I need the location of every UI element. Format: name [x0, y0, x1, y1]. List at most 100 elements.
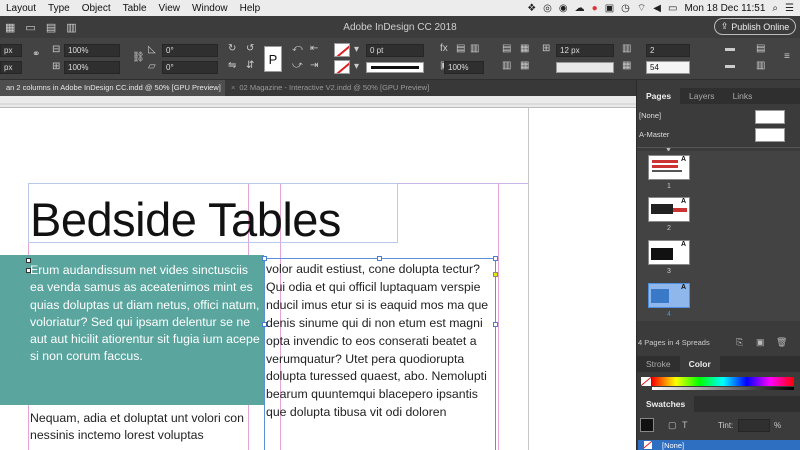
screen-icon[interactable]: ▣ [605, 3, 614, 14]
rotate-ccw-icon[interactable]: ↺ [246, 43, 254, 55]
horizontal-ruler[interactable] [0, 96, 636, 108]
formatting-text-icon[interactable]: T [682, 420, 688, 430]
grayscale-ramp[interactable] [652, 387, 794, 390]
align-right-icon[interactable]: ▬ [725, 60, 735, 72]
menu-window[interactable]: Window [186, 3, 234, 14]
teal-handle-top-left[interactable] [26, 258, 31, 263]
formatting-box-icon[interactable]: ▢ [668, 420, 677, 431]
stroke-weight-field[interactable]: 0 pt [366, 44, 424, 57]
zoom-icon[interactable]: ▤ [41, 21, 61, 34]
cloud-icon[interactable]: ☁ [575, 3, 585, 14]
master-a-row[interactable]: A-Master [637, 128, 800, 142]
column2-paragraph[interactable]: volor audit estiust, cone dolupta tectur… [266, 261, 496, 422]
page-thumb-2[interactable]: A [648, 197, 690, 222]
columns-field[interactable]: 2 [646, 44, 690, 57]
sync-icon[interactable]: ◎ [543, 3, 552, 14]
select-content-icon[interactable]: ⤻ [292, 60, 303, 72]
edit-page-size-icon[interactable]: ⎘ [736, 337, 743, 348]
fx-icon[interactable]: fx [440, 43, 448, 55]
stroke-color-field[interactable] [556, 62, 614, 73]
search-icon[interactable]: ⌕ [772, 3, 778, 14]
tab-color[interactable]: Color [679, 356, 720, 372]
teal-paragraph[interactable]: Erum audandissum net vides sinctusciis e… [30, 262, 262, 366]
tab-document-active-label: an 2 columns in Adobe InDesign CC.indd @… [6, 83, 221, 92]
rotate-field[interactable]: 0° [162, 44, 218, 57]
select-container-icon[interactable]: ⤺ [292, 43, 303, 55]
stroke-type-field[interactable] [366, 62, 424, 73]
document-canvas[interactable]: Bedside Tables Erum audandissum net vide… [0, 108, 636, 450]
teal-handle-in-port[interactable] [26, 268, 31, 273]
text-frame-options-icon[interactable]: ▤ [502, 43, 511, 55]
tab-swatches[interactable]: Swatches [637, 396, 695, 412]
align-center-icon[interactable]: ▦ [520, 60, 529, 72]
wifi-icon[interactable]: ⌔ [637, 2, 646, 15]
volume-icon[interactable]: ◀ [653, 3, 661, 14]
align-left-icon[interactable]: ▬ [725, 43, 735, 55]
close-tab-icon[interactable]: × [231, 83, 235, 92]
opacity-field[interactable]: 100% [444, 61, 484, 74]
rotate-cw-icon[interactable]: ↻ [228, 43, 236, 55]
prev-object-icon[interactable]: ⇤ [310, 43, 318, 55]
page-thumb-3[interactable]: A [648, 240, 690, 265]
text-wrap-icon[interactable]: ▦ [520, 43, 529, 55]
stroke-swatch[interactable] [334, 60, 350, 74]
shadow-icon[interactable]: ▥ [470, 43, 479, 55]
menu-help[interactable]: Help [234, 3, 267, 14]
y-position-field[interactable]: px [0, 61, 22, 74]
dropbox-icon[interactable]: ❖ [527, 3, 536, 14]
eye-icon[interactable]: ◉ [559, 3, 568, 14]
x-position-field[interactable]: px [0, 44, 22, 57]
history-icon[interactable]: ◷ [621, 3, 630, 14]
headline-text[interactable]: Bedside Tables [30, 192, 341, 247]
menu-view[interactable]: View [153, 3, 187, 14]
color-spectrum[interactable] [652, 377, 794, 386]
menu-clock[interactable]: Mon 18 Dec 11:51 [684, 3, 765, 14]
menu-object[interactable]: Object [76, 3, 117, 14]
tab-stroke[interactable]: Stroke [637, 356, 680, 372]
align-top-icon[interactable]: ▥ [502, 60, 511, 72]
shear-field[interactable]: 0° [162, 61, 218, 74]
page-thumb-4[interactable]: A [648, 283, 690, 308]
screen-mode-icon[interactable]: ▭ [20, 21, 40, 34]
fill-swatch[interactable] [334, 43, 350, 57]
reference-point-icon[interactable]: P [264, 46, 282, 72]
tint-field[interactable] [738, 419, 770, 432]
arrange-icon[interactable]: ▥ [61, 21, 81, 34]
scale-y-field[interactable]: 100% [64, 61, 120, 74]
record-icon[interactable]: ● [592, 3, 598, 14]
menu-type[interactable]: Type [42, 3, 76, 14]
tab-layers[interactable]: Layers [680, 88, 724, 104]
distribute-v-icon[interactable]: ▥ [756, 60, 765, 72]
grid-icon[interactable]: ▦ [0, 21, 20, 34]
distribute-icon[interactable]: ▤ [756, 43, 765, 55]
scale-x-field[interactable]: 100% [64, 44, 120, 57]
delete-page-icon[interactable]: 🗑 [776, 337, 787, 348]
color-none-swatch[interactable] [641, 377, 651, 386]
panel-menu-icon[interactable]: ≡ [784, 51, 790, 63]
fill-dropdown-icon[interactable]: ▾ [354, 44, 359, 56]
swatch-row-none[interactable]: [None] [638, 440, 800, 450]
tab-document-active[interactable]: an 2 columns in Adobe InDesign CC.indd @… [0, 80, 225, 96]
column1-paragraph[interactable]: Nequam, adia et doluptat unt volori con … [30, 410, 262, 445]
link-icon[interactable]: ⚭ [32, 49, 40, 61]
flip-h-icon[interactable]: ⇋ [228, 60, 236, 72]
new-page-icon[interactable]: ▣ [756, 337, 765, 348]
tab-pages[interactable]: Pages [637, 88, 681, 104]
master-none-row[interactable]: [None] [637, 110, 800, 124]
list-icon[interactable]: ☰ [785, 3, 794, 14]
gutter-field[interactable]: 12 px [556, 44, 614, 57]
page-thumb-1[interactable]: A [648, 155, 690, 180]
tab-links[interactable]: Links [724, 88, 762, 104]
menu-layout[interactable]: Layout [0, 3, 42, 14]
menu-table[interactable]: Table [117, 3, 153, 14]
battery-icon[interactable]: ▭ [668, 3, 677, 14]
publish-online-button[interactable]: ⇪ Publish Online [714, 18, 796, 35]
effects-icon[interactable]: ▤ [456, 43, 465, 55]
constrain-proportions-icon[interactable]: ⛓ [132, 52, 145, 64]
next-object-icon[interactable]: ⇥ [310, 60, 318, 72]
fill-stroke-proxy-icon[interactable] [640, 418, 654, 432]
frame-value-input[interactable]: 54 [646, 61, 690, 74]
stroke-dropdown-icon[interactable]: ▾ [354, 61, 359, 73]
flip-v-icon[interactable]: ⇵ [246, 60, 254, 72]
tab-document-inactive[interactable]: × 02 Magazine - Interactive V2.indd @ 50%… [225, 80, 475, 96]
